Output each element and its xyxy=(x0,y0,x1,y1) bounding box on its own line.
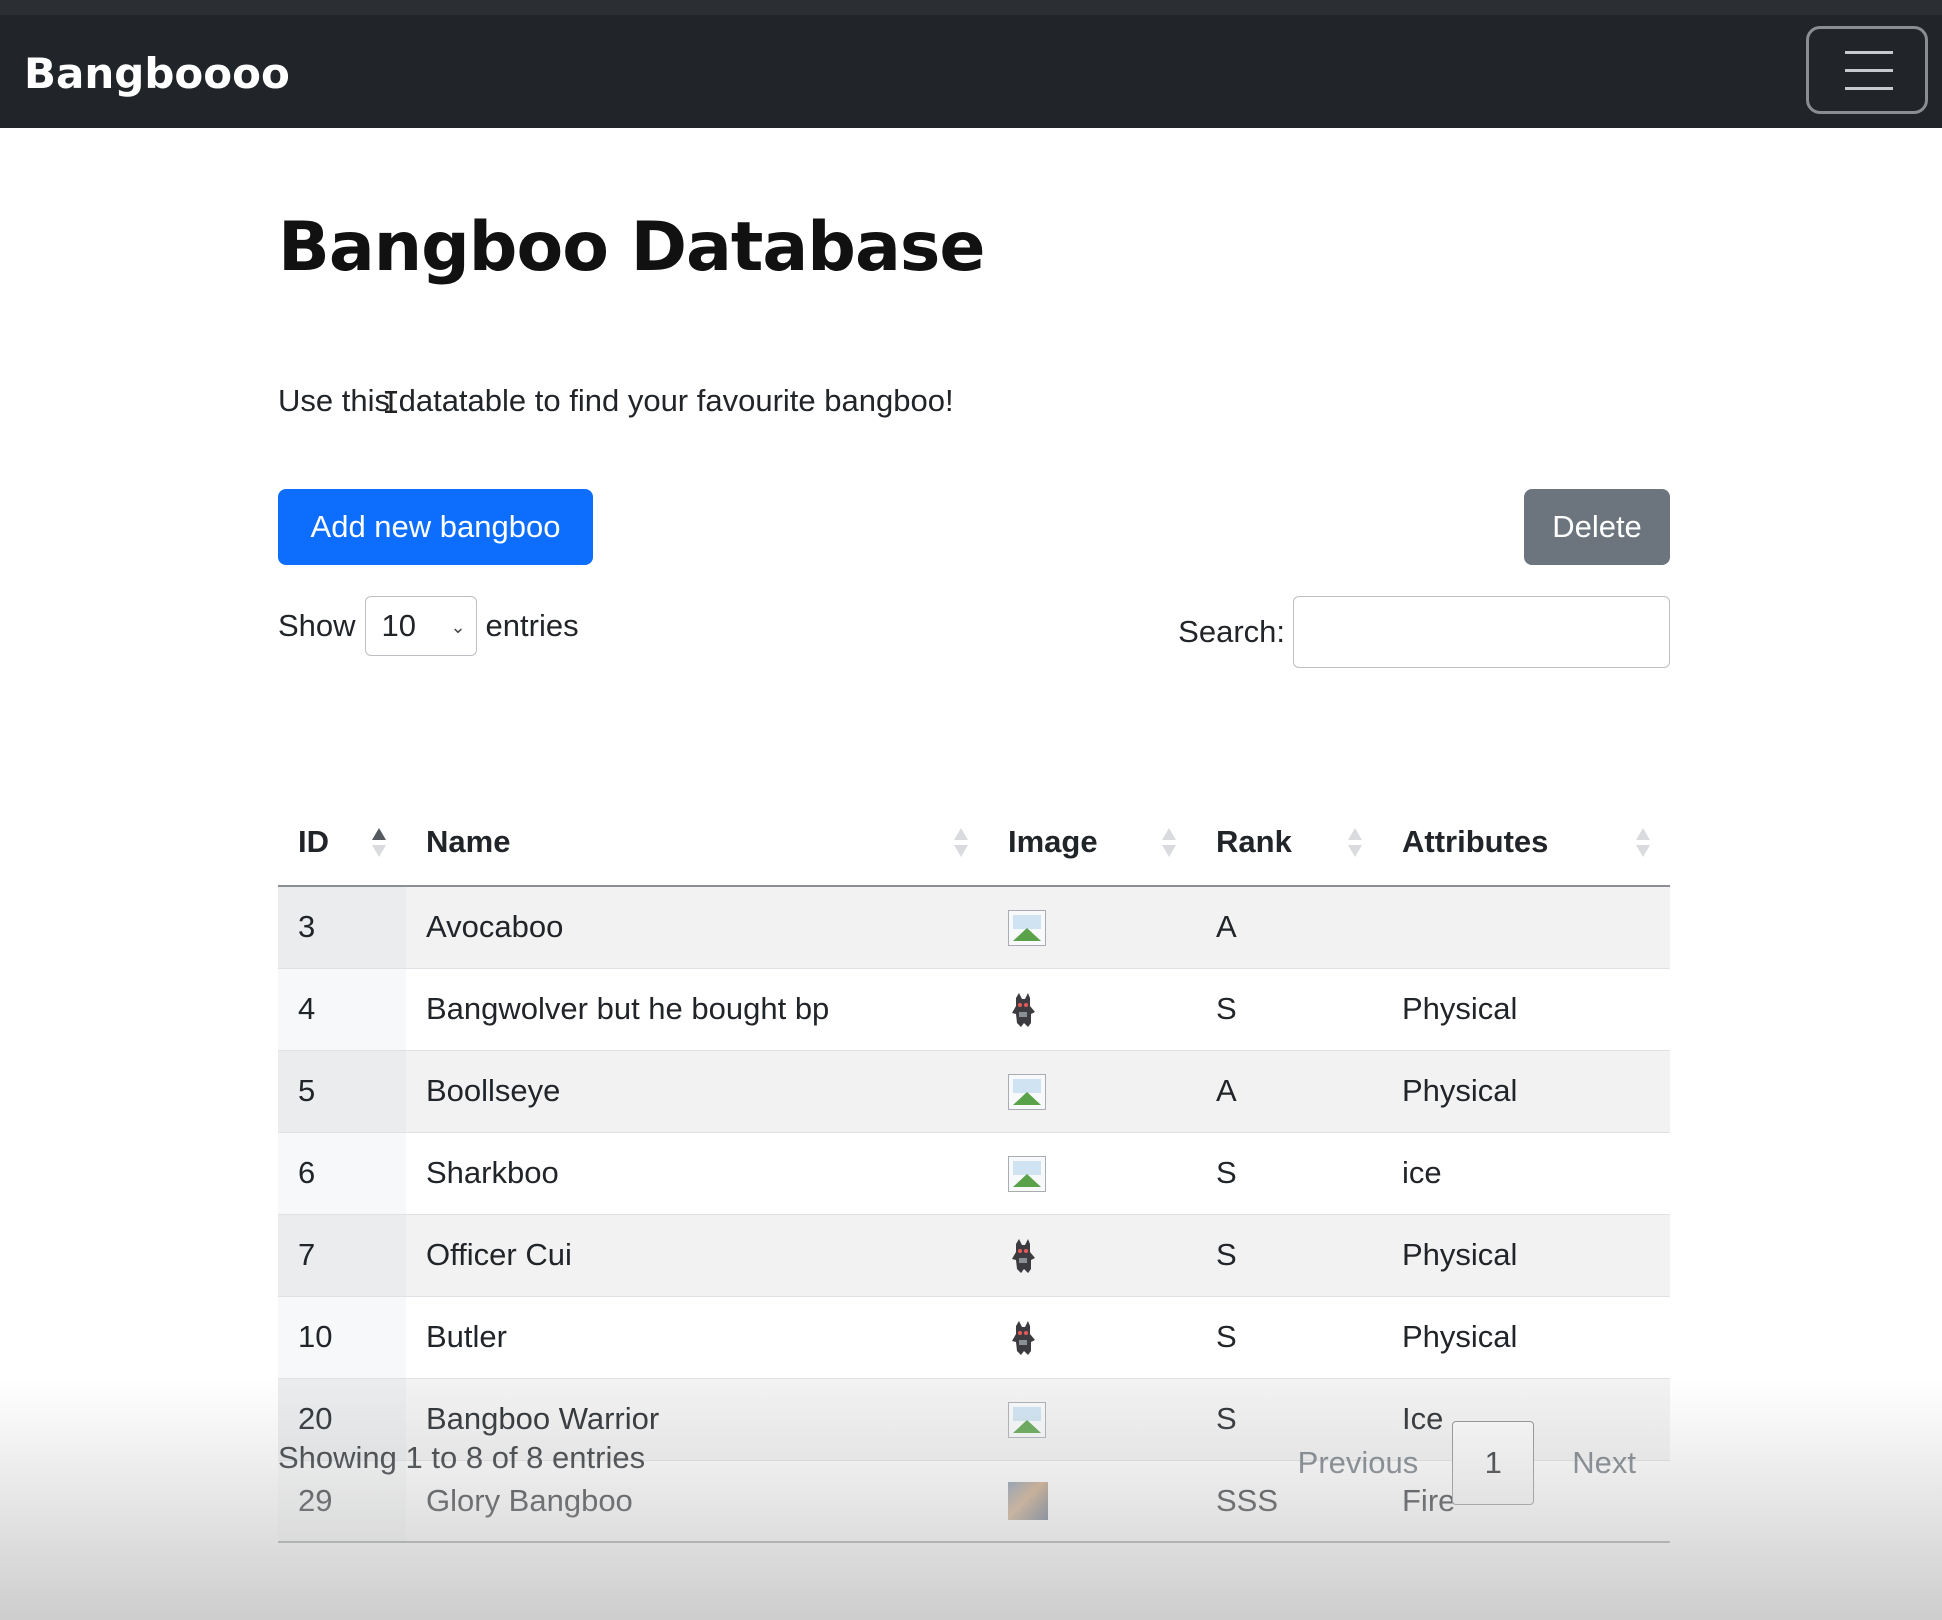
hamburger-icon-middle-bar xyxy=(1845,69,1893,72)
bangboo-character-icon xyxy=(1012,1238,1035,1273)
cell-id: 10 xyxy=(278,1296,406,1379)
column-header-id[interactable]: ID xyxy=(278,798,406,887)
table-info: Showing 1 to 8 of 8 entries xyxy=(278,1440,646,1475)
column-header-label: Name xyxy=(426,823,511,859)
previous-page-button[interactable]: Previous xyxy=(1264,1445,1453,1481)
cell-id: 4 xyxy=(278,968,406,1051)
cell-attributes: Physical xyxy=(1382,968,1670,1051)
pagination: Previous 1 Next xyxy=(1264,1421,1670,1505)
cell-rank: S xyxy=(1196,1214,1382,1297)
cell-id: 6 xyxy=(278,1132,406,1215)
window-top-strip xyxy=(0,0,1942,16)
cell-id: 7 xyxy=(278,1214,406,1297)
sort-icon xyxy=(954,828,968,860)
sort-icon xyxy=(1636,828,1650,860)
cell-name: Boollseye xyxy=(406,1050,988,1133)
table-row[interactable]: 10 Butler S Physical xyxy=(278,1296,1670,1379)
cell-rank: S xyxy=(1196,1132,1382,1215)
cell-attributes: Physical xyxy=(1382,1296,1670,1379)
cell-rank: S xyxy=(1196,1296,1382,1379)
navbar: Bangboooo xyxy=(0,15,1942,128)
cell-image xyxy=(988,1214,1196,1297)
navbar-brand[interactable]: Bangboooo xyxy=(24,49,290,98)
cell-attributes: ice xyxy=(1382,1132,1670,1215)
column-header-label: Image xyxy=(1008,823,1098,859)
search-input[interactable] xyxy=(1293,596,1670,668)
next-page-button[interactable]: Next xyxy=(1534,1445,1670,1481)
cell-image xyxy=(988,968,1196,1051)
hamburger-icon-bottom-bar xyxy=(1845,87,1893,90)
show-label: Show xyxy=(278,608,356,643)
entries-select-value: 10 xyxy=(381,608,417,643)
cell-attributes xyxy=(1382,886,1670,969)
delete-button[interactable]: Delete xyxy=(1524,489,1670,565)
cell-image xyxy=(988,1460,1196,1543)
cell-rank: A xyxy=(1196,1050,1382,1133)
search-label: Search: xyxy=(1178,614,1285,649)
column-header-label: ID xyxy=(298,823,329,859)
bangboo-character-icon xyxy=(1012,1320,1035,1355)
table-header-row: ID Name Image Rank Attributes xyxy=(278,798,1670,887)
cell-image xyxy=(988,1378,1196,1461)
cell-name: Officer Cui xyxy=(406,1214,988,1297)
cell-image xyxy=(988,1050,1196,1133)
broken-image-icon xyxy=(1008,910,1046,947)
column-header-attributes[interactable]: Attributes xyxy=(1382,798,1670,887)
cell-name: Bangwolver but he bought bp xyxy=(406,968,988,1051)
cell-rank: A xyxy=(1196,886,1382,969)
cell-name: Butler xyxy=(406,1296,988,1379)
bangboo-character-icon xyxy=(1012,992,1035,1027)
photo-thumbnail-icon xyxy=(1008,1482,1048,1521)
table-row[interactable]: 6 Sharkboo Sice xyxy=(278,1132,1670,1215)
entries-select[interactable]: 10 ⌄ xyxy=(364,596,477,656)
cell-image xyxy=(988,1132,1196,1215)
column-header-rank[interactable]: Rank xyxy=(1196,798,1382,887)
hamburger-icon xyxy=(1845,51,1893,54)
search-control: Search: xyxy=(1178,596,1670,668)
add-bangboo-button[interactable]: Add new bangboo xyxy=(278,489,593,565)
cell-image xyxy=(988,886,1196,969)
cell-id: 5 xyxy=(278,1050,406,1133)
column-header-label: Attributes xyxy=(1402,823,1549,859)
current-page-button[interactable]: 1 xyxy=(1452,1421,1535,1505)
sort-icon xyxy=(1162,828,1176,860)
cell-rank: S xyxy=(1196,968,1382,1051)
cell-name: Sharkboo xyxy=(406,1132,988,1215)
cell-attributes: Physical xyxy=(1382,1050,1670,1133)
page-title: Bangboo Database xyxy=(278,208,985,287)
column-header-image[interactable]: Image xyxy=(988,798,1196,887)
sort-ascending-icon xyxy=(372,828,386,860)
table-row[interactable]: 5 Boollseye A Physical xyxy=(278,1050,1670,1133)
table-row[interactable]: 4 Bangwolver but he bought bp S Physical xyxy=(278,968,1670,1051)
entries-label: entries xyxy=(485,608,579,643)
table-row[interactable]: 7 Officer Cui S Physical xyxy=(278,1214,1670,1297)
cell-image xyxy=(988,1296,1196,1379)
chevron-down-icon: ⌄ xyxy=(450,617,466,637)
cell-attributes: Physical xyxy=(1382,1214,1670,1297)
broken-image-icon xyxy=(1008,1401,1046,1438)
menu-toggle-button[interactable] xyxy=(1806,26,1928,114)
sort-icon xyxy=(1348,828,1362,860)
cell-id: 3 xyxy=(278,886,406,969)
column-header-label: Rank xyxy=(1216,823,1292,859)
broken-image-icon xyxy=(1008,1073,1046,1110)
table-row[interactable]: 3 Avocaboo A xyxy=(278,886,1670,969)
broken-image-icon xyxy=(1008,1155,1046,1192)
entries-length-control: Show 10 ⌄ entries xyxy=(278,596,579,656)
column-header-name[interactable]: Name xyxy=(406,798,988,887)
page-lead: Use this datatable to find your favourit… xyxy=(278,383,954,418)
text-cursor-icon: I xyxy=(382,386,401,421)
cell-name: Avocaboo xyxy=(406,886,988,969)
